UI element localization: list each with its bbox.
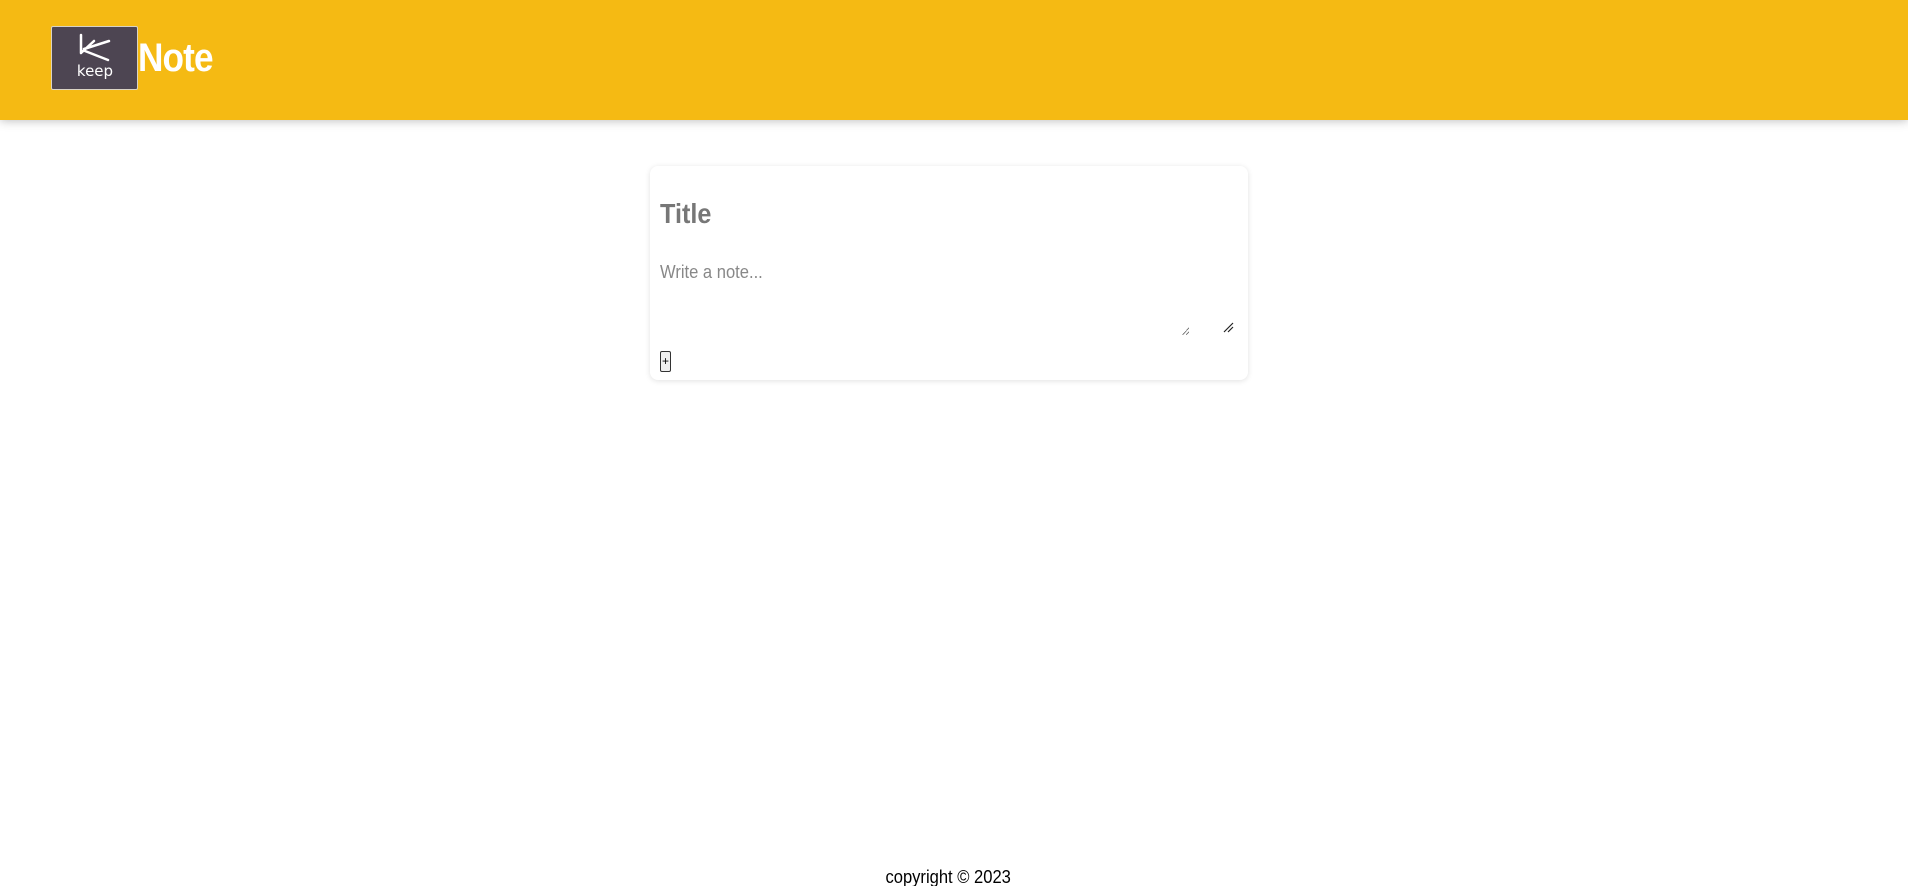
- svg-text:keep: keep: [77, 62, 113, 80]
- textarea-resize-grip-icon[interactable]: [1222, 321, 1234, 333]
- app-title: Note: [138, 36, 214, 80]
- add-note-button[interactable]: +: [660, 351, 671, 372]
- note-content-input[interactable]: [660, 262, 1190, 336]
- app-header: keep Note: [0, 0, 1908, 120]
- page-footer: copyright © 2023: [0, 866, 1896, 886]
- create-note-form: +: [650, 166, 1248, 380]
- keep-logo-icon: keep: [51, 26, 138, 90]
- note-title-input[interactable]: [660, 194, 1173, 234]
- copyright-text: copyright © 2023: [885, 867, 1011, 886]
